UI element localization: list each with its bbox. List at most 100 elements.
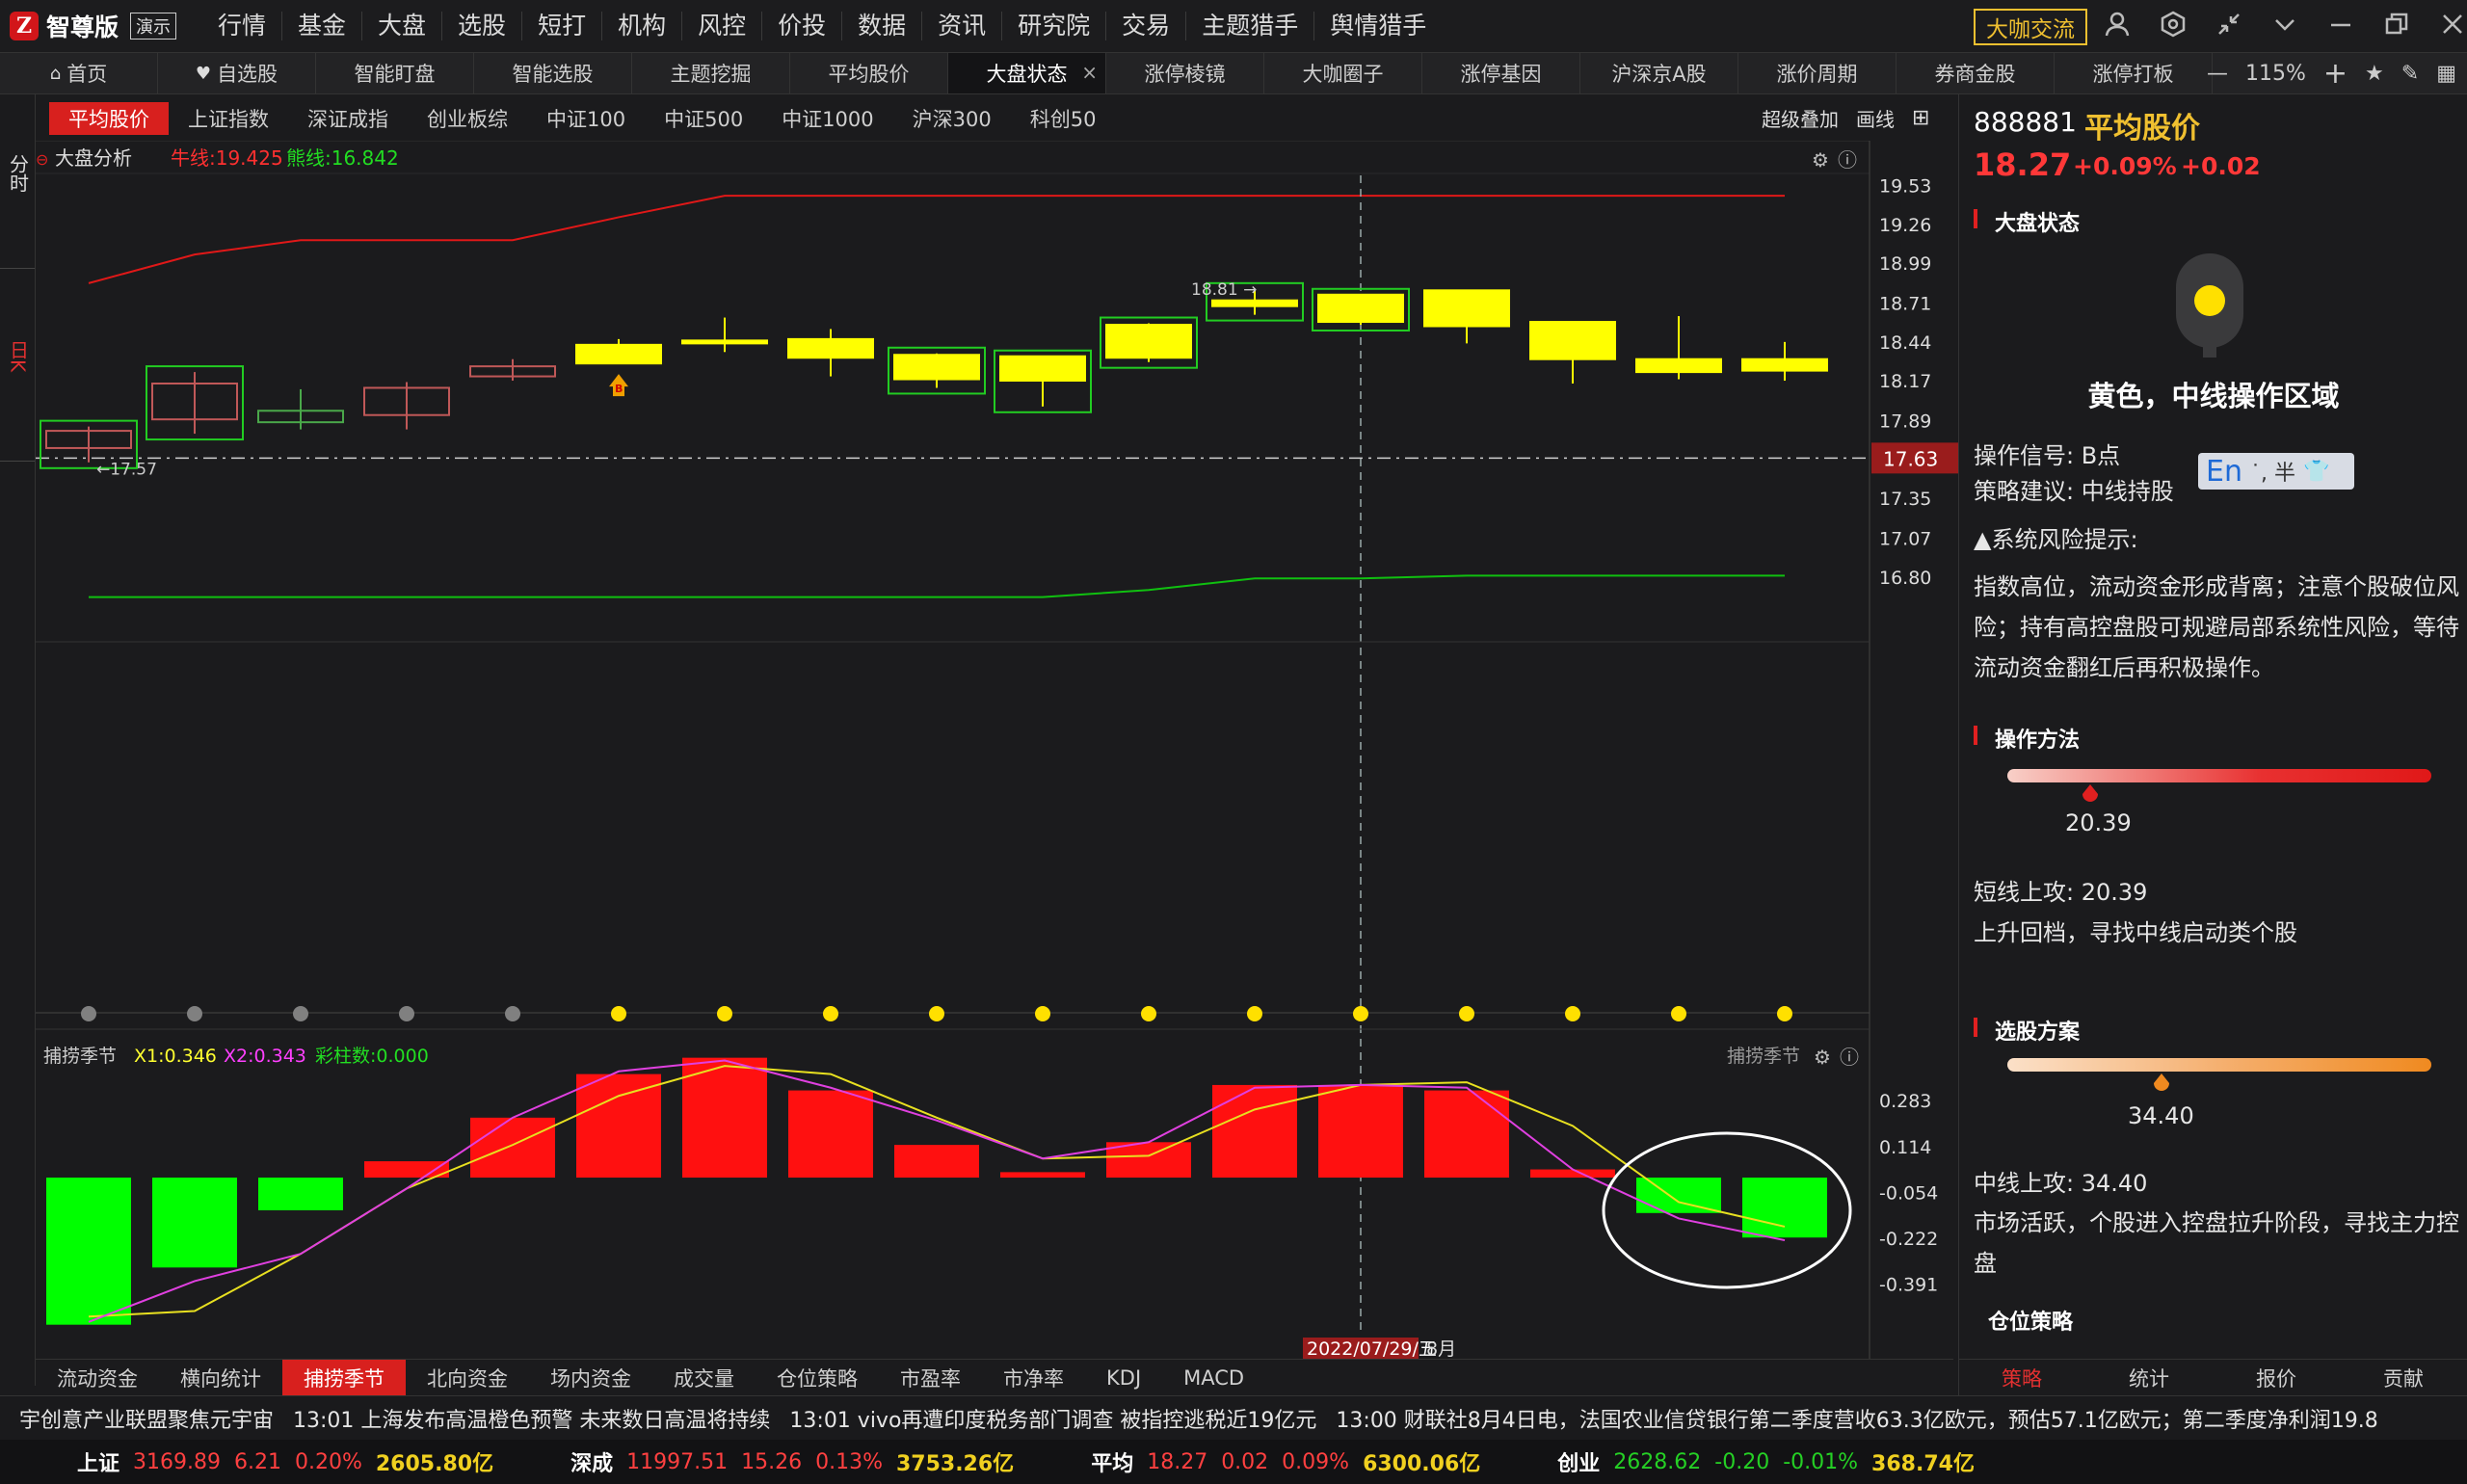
short-desc: 上升回档，寻找中线启动类个股 (1974, 919, 2297, 946)
index-tab[interactable]: 上证指数 (169, 102, 288, 135)
ime-toolbar[interactable]: En ˙, 半 👕 (2198, 453, 2354, 490)
tab-8[interactable]: 大咖圈子 (1264, 53, 1422, 93)
daily-k-tab[interactable]: 日K (0, 340, 35, 378)
indicator-tab[interactable]: MACD (1162, 1360, 1265, 1396)
shirt-icon[interactable]: 👕 (2303, 460, 2329, 484)
zoom-in-icon[interactable]: + (2323, 57, 2348, 91)
index-tab[interactable]: 沪深300 (893, 102, 1011, 135)
close-icon[interactable] (2436, 8, 2467, 40)
tab-0[interactable]: ⌂ 首页 (0, 53, 158, 93)
index-quote[interactable]: 创业 2628.62 -0.20 -0.01% 368.74亿 (1480, 1446, 1975, 1477)
season-bar (1424, 1090, 1509, 1179)
minimize-icon[interactable] (2324, 8, 2357, 40)
tab-1[interactable]: ♥ 自选股 (158, 53, 316, 93)
pencil-icon[interactable]: ✎ (2401, 62, 2419, 86)
news-item[interactable]: 13:01 上海发布高温橙色预警 未来数日高温将持续 (274, 1403, 770, 1434)
tab-7[interactable]: 涨停棱镜 (1106, 53, 1264, 93)
menu-item[interactable]: 数据 (841, 12, 921, 40)
index-tab[interactable]: 科创50 (1011, 102, 1116, 135)
indicator-tab[interactable]: 北向资金 (406, 1360, 529, 1396)
grid-toggle-icon[interactable]: ⊞ (1912, 106, 1929, 130)
user-icon[interactable] (2101, 8, 2134, 40)
tab-2[interactable]: 智能盯盘 (316, 53, 474, 93)
menu-item[interactable]: 短打 (521, 12, 601, 40)
panel-tab[interactable]: 报价 (2213, 1360, 2340, 1396)
strategy-advice: 策略建议: 中线持股 (1974, 478, 2174, 505)
shrink-icon[interactable] (2213, 8, 2245, 40)
menu-item[interactable]: 研究院 (1001, 12, 1105, 40)
sub-y-tick-label: 0.283 (1879, 1091, 1931, 1112)
panel-tab[interactable]: 统计 (2085, 1360, 2213, 1396)
indicator-tab[interactable]: 场内资金 (529, 1360, 652, 1396)
daka-exchange-button[interactable]: 大咖交流 (1974, 9, 2087, 45)
menu-item[interactable]: 基金 (281, 12, 361, 40)
candle-body (575, 343, 662, 365)
sub-settings-icon: ⚙ (1814, 1046, 1831, 1069)
index-quote[interactable]: 上证 3169.89 6.21 0.20% 2605.80亿 (0, 1446, 493, 1477)
news-item[interactable]: 13:01 vivo再遭印度税务部门调查 被指控逃税近19亿元 (770, 1403, 1316, 1434)
quote-price: 2628.62 (1613, 1449, 1702, 1474)
index-tab[interactable]: 中证100 (527, 102, 645, 135)
menu-item[interactable]: 舆情猎手 (1313, 12, 1442, 40)
indicator-tab[interactable]: 仓位策略 (756, 1360, 879, 1396)
tab-10[interactable]: 沪深京A股 (1580, 53, 1738, 93)
tab-9[interactable]: 涨停基因 (1422, 53, 1580, 93)
panel-tab[interactable]: 贡献 (2340, 1360, 2467, 1396)
panel-tab[interactable]: 策略 (1958, 1360, 2085, 1396)
news-item[interactable]: 13:00 财联社8月4日电，法国农业信贷银行第二季度营收63.3亿欧元，预估5… (1316, 1403, 2377, 1434)
layout-icon[interactable]: ▦ (2436, 62, 2456, 86)
indicator-tab[interactable]: 成交量 (652, 1360, 756, 1396)
index-tab[interactable]: 创业板综 (408, 102, 527, 135)
index-quote[interactable]: 深成 11997.51 15.26 0.13% 3753.26亿 (493, 1446, 1014, 1477)
news-ticker[interactable]: 宇创意产业联盟聚焦元宇宙 13:01 上海发布高温橙色预警 未来数日高温将持续 13… (0, 1395, 2467, 1441)
indicator-tab[interactable]: 流动资金 (36, 1360, 159, 1396)
tab-6[interactable]: 大盘状态 × (948, 53, 1106, 93)
y-tick-label: 18.71 (1879, 294, 1931, 315)
index-tab[interactable]: 中证500 (645, 102, 762, 135)
restore-icon[interactable] (2380, 8, 2413, 40)
indicator-tab[interactable]: KDJ (1085, 1360, 1162, 1396)
menu-item[interactable]: 交易 (1105, 12, 1185, 40)
menu-item[interactable]: 价投 (761, 12, 841, 40)
favorite-star-icon[interactable]: ★ (2365, 62, 2384, 86)
super-overlay-button[interactable]: 超级叠加 (1762, 104, 1839, 132)
menu-item[interactable]: 行情 (202, 12, 281, 40)
candle-body (1317, 293, 1404, 324)
menu-item[interactable]: 风控 (681, 12, 761, 40)
menu-item[interactable]: 选股 (441, 12, 521, 40)
stock-name: 平均股价 (2084, 112, 2200, 146)
draw-line-button[interactable]: 画线 (1856, 104, 1895, 132)
index-tab[interactable]: 深证成指 (288, 102, 408, 135)
menu-item[interactable]: 资讯 (921, 12, 1001, 40)
menu-item[interactable]: 大盘 (361, 12, 441, 40)
tab-4[interactable]: 主题挖掘 (632, 53, 790, 93)
season-bar (1318, 1084, 1403, 1179)
collapse-chevron-icon[interactable] (2268, 8, 2301, 40)
candle-body (1423, 289, 1510, 328)
zoom-out-icon[interactable]: — (2207, 62, 2228, 86)
chart-area[interactable]: ⊖ 大盘分析 牛线:19.425 熊线:16.842 ⚙ ⓘ 19.53 19.26 18.99… (36, 141, 1958, 1359)
tab-5[interactable]: 平均股价 (790, 53, 948, 93)
tab-13[interactable]: 涨停打板 (2055, 53, 2213, 93)
news-item[interactable]: 宇创意产业联盟聚焦元宇宙 (0, 1403, 274, 1434)
tab-11[interactable]: 涨价周期 (1738, 53, 1897, 93)
tab-close-icon[interactable]: × (1081, 61, 1098, 84)
index-quote[interactable]: 平均 18.27 0.02 0.09% 6300.06亿 (1014, 1446, 1480, 1477)
y-tick-label: 17.35 (1879, 489, 1931, 510)
indicator-tab[interactable]: 市净率 (982, 1360, 1085, 1396)
tab-12[interactable]: 券商金股 (1897, 53, 2055, 93)
indicator-tab[interactable]: 横向统计 (159, 1360, 282, 1396)
signal-dot (717, 1006, 732, 1021)
index-tab[interactable]: 平均股价 (49, 102, 169, 135)
app-logo[interactable]: Z 智尊版 演示 (10, 8, 177, 44)
indicator-tab[interactable]: 捕捞季节 (282, 1360, 406, 1396)
tab-3[interactable]: 智能选股 (474, 53, 632, 93)
menu-item[interactable]: 主题猎手 (1185, 12, 1313, 40)
intraday-tab[interactable]: 分时 (0, 154, 35, 199)
sub-y-tick-label: -0.222 (1879, 1229, 1938, 1250)
index-tab[interactable]: 中证1000 (762, 102, 892, 135)
menu-item[interactable]: 机构 (601, 12, 681, 40)
indicator-tab[interactable]: 市盈率 (879, 1360, 982, 1396)
settings-icon[interactable] (2157, 8, 2189, 40)
kline-chart-svg[interactable]: ⊖ 大盘分析 牛线:19.425 熊线:16.842 ⚙ ⓘ 19.53 19.26 18.99… (36, 141, 1958, 1359)
